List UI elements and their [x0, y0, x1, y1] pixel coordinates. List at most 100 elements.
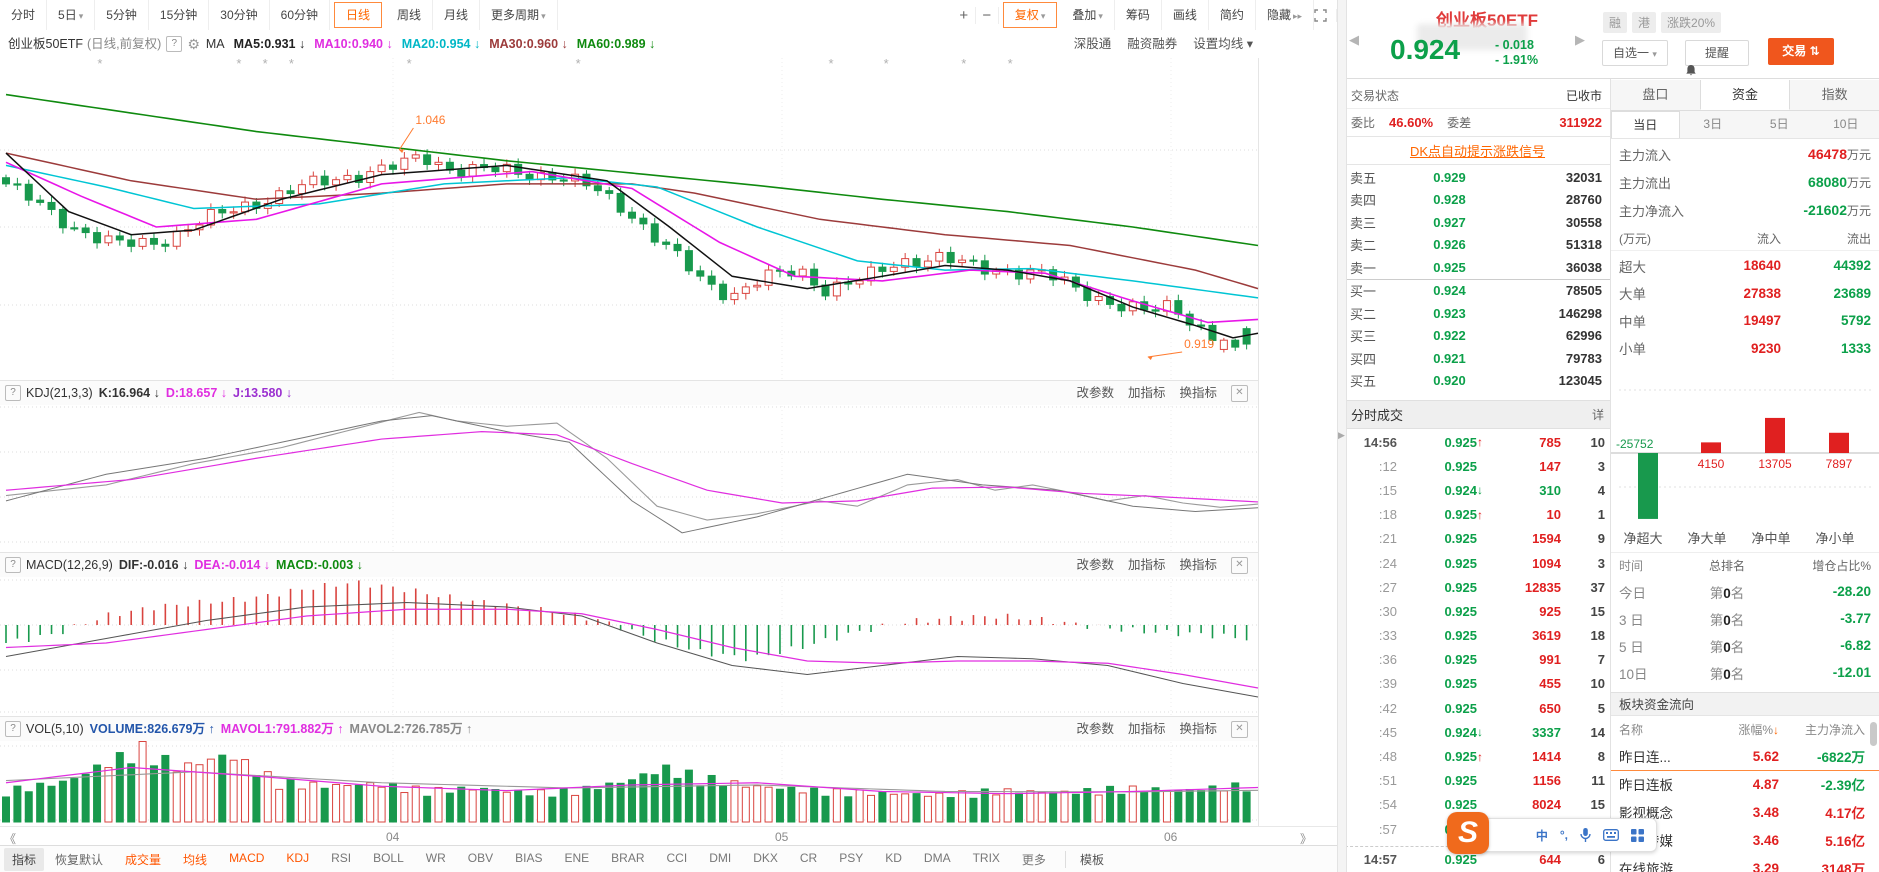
indicator-chip[interactable]: 指标	[4, 848, 45, 871]
period-tab-5日[interactable]: 5日	[1746, 111, 1813, 138]
action-加指标[interactable]: 加指标	[1128, 717, 1166, 741]
action-改参数[interactable]: 改参数	[1076, 717, 1114, 741]
next-stock-icon[interactable]: ▶	[1575, 32, 1585, 48]
panel-splitter[interactable]: ▶	[1337, 0, 1347, 872]
ask-row[interactable]: 卖二 0.926 51318	[1345, 234, 1610, 257]
indicator-tab-CR[interactable]: CR	[789, 851, 828, 868]
ime-grid-icon[interactable]	[1631, 828, 1644, 842]
bid-row[interactable]: 买二 0.923 146298	[1345, 302, 1610, 325]
tool-筹码[interactable]: 筹码	[1115, 0, 1162, 30]
sort-by-pct[interactable]: 涨幅%↓	[1705, 721, 1779, 738]
action-换指标[interactable]: 换指标	[1179, 717, 1217, 741]
mic-icon[interactable]	[1580, 827, 1591, 843]
trade-button[interactable]: 交易 ⇅	[1768, 38, 1834, 65]
fullscreen-icon[interactable]	[1314, 8, 1337, 22]
ask-row[interactable]: 卖一 0.925 36038	[1345, 256, 1610, 279]
zoom-in-button[interactable]: +	[953, 6, 976, 24]
indicator-tab-DKX[interactable]: DKX	[742, 851, 789, 868]
indicator-tab-ENE[interactable]: ENE	[553, 851, 600, 868]
period-tab-周线[interactable]: 周线	[386, 0, 434, 30]
period-tab-5分钟[interactable]: 5分钟	[95, 0, 149, 30]
period-tab-15分钟[interactable]: 15分钟	[149, 0, 210, 30]
indicator-tab-更多[interactable]: 更多	[1011, 851, 1057, 868]
dk-signal-link[interactable]: DK点自动提示涨跌信号	[1410, 141, 1545, 160]
bid-row[interactable]: 买三 0.922 62996	[1345, 325, 1610, 348]
indicator-tab-KDJ[interactable]: KDJ	[275, 851, 320, 868]
bid-row[interactable]: 买四 0.921 79783	[1345, 347, 1610, 370]
tab-资金[interactable]: 资金	[1699, 80, 1791, 110]
tab-指数[interactable]: 指数	[1790, 80, 1879, 110]
template-button[interactable]: 模板	[1064, 851, 1118, 868]
period-tab-5日[interactable]: 5日 ▾	[47, 0, 96, 30]
action-换指标[interactable]: 换指标	[1179, 553, 1217, 577]
indicator-tab-MACD[interactable]: MACD	[218, 851, 275, 868]
indicator-tab-OBV[interactable]: OBV	[457, 851, 504, 868]
zoom-out-button[interactable]: −	[976, 6, 999, 24]
sector-row[interactable]: 昨日连板 4.87 -2.39亿	[1611, 770, 1879, 798]
indicator-tab-DMA[interactable]: DMA	[913, 851, 962, 868]
action-加指标[interactable]: 加指标	[1128, 553, 1166, 577]
keyboard-icon[interactable]	[1603, 829, 1619, 841]
bid-row[interactable]: 买五 0.920 123045	[1345, 370, 1610, 393]
link-设置均线[interactable]: 设置均线 ▾	[1193, 30, 1253, 58]
tool-简约[interactable]: 简约	[1209, 0, 1256, 30]
indicator-tab-BOLL[interactable]: BOLL	[362, 851, 415, 868]
help-icon[interactable]: ?	[166, 36, 183, 52]
tool-复权[interactable]: 复权 ▾	[1002, 2, 1058, 28]
help-icon[interactable]: ?	[5, 557, 21, 573]
ask-row[interactable]: 卖四 0.928 28760	[1345, 189, 1610, 212]
sector-flow-title: 板块资金流向	[1611, 692, 1879, 716]
tab-盘口[interactable]: 盘口	[1611, 80, 1700, 110]
close-pane-icon[interactable]: ✕	[1231, 556, 1248, 574]
reset-defaults-button[interactable]: 恢复默认	[44, 851, 114, 868]
prev-stock-icon[interactable]: ◀	[1349, 32, 1359, 48]
gear-icon[interactable]: ⚙	[187, 30, 200, 58]
indicator-tab-DMI[interactable]: DMI	[698, 851, 742, 868]
period-tab-30分钟[interactable]: 30分钟	[209, 0, 270, 30]
sector-row[interactable]: 在线旅游 3.29 3148万	[1611, 854, 1879, 872]
period-tab-当日[interactable]: 当日	[1611, 111, 1680, 138]
link-深股通[interactable]: 深股通	[1074, 30, 1112, 58]
indicator-tab-成交量[interactable]: 成交量	[114, 851, 172, 868]
indicator-tab-BRAR[interactable]: BRAR	[600, 851, 655, 868]
help-icon[interactable]: ?	[5, 385, 21, 401]
watchlist-button[interactable]: 自选一 ▾	[1602, 40, 1668, 66]
help-icon[interactable]: ?	[5, 721, 21, 737]
bid-row[interactable]: 买一 0.924 78505	[1345, 280, 1610, 303]
action-换指标[interactable]: 换指标	[1179, 381, 1217, 405]
indicator-tab-KD[interactable]: KD	[874, 851, 913, 868]
close-pane-icon[interactable]: ✕	[1231, 720, 1248, 738]
period-tab-分时[interactable]: 分时	[0, 0, 48, 30]
ime-lang[interactable]: 中	[1536, 827, 1548, 844]
tool-画线[interactable]: 画线	[1162, 0, 1209, 30]
sogou-logo-icon[interactable]: S	[1447, 812, 1489, 854]
action-加指标[interactable]: 加指标	[1128, 381, 1166, 405]
indicator-tab-RSI[interactable]: RSI	[320, 851, 362, 868]
ask-row[interactable]: 卖五 0.929 32031	[1345, 166, 1610, 189]
tool-叠加[interactable]: 叠加 ▾	[1061, 0, 1115, 30]
period-tab-日线[interactable]: 日线	[334, 2, 383, 28]
indicator-tab-均线[interactable]: 均线	[172, 851, 218, 868]
alert-button[interactable]: 提醒	[1685, 40, 1749, 76]
indicator-tab-TRIX[interactable]: TRIX	[962, 851, 1011, 868]
indicator-tab-CCI[interactable]: CCI	[656, 851, 699, 868]
indicator-tab-PSY[interactable]: PSY	[828, 851, 874, 868]
ime-punct-icon[interactable]: °,	[1560, 828, 1568, 842]
sector-row[interactable]: 昨日连... 5.62 -6822万	[1611, 742, 1879, 771]
close-pane-icon[interactable]: ✕	[1231, 384, 1248, 402]
link-融资融券[interactable]: 融资融券	[1127, 30, 1177, 58]
period-tab-10日[interactable]: 10日	[1813, 111, 1879, 138]
ask-row[interactable]: 卖三 0.927 30558	[1345, 211, 1610, 234]
indicator-tab-BIAS[interactable]: BIAS	[504, 851, 553, 868]
period-tab-3日[interactable]: 3日	[1680, 111, 1747, 138]
indicator-tab-WR[interactable]: WR	[415, 851, 457, 868]
action-改参数[interactable]: 改参数	[1076, 553, 1114, 577]
period-tab-更多周期[interactable]: 更多周期 ▾	[480, 0, 558, 30]
collapse-handle-icon[interactable]: ▶	[1338, 430, 1345, 441]
tool-隐藏[interactable]: 隐藏 ▸▸	[1256, 0, 1314, 30]
scrollbar-thumb[interactable]	[1870, 722, 1877, 746]
period-tab-月线[interactable]: 月线	[433, 0, 481, 30]
tick-detail-link[interactable]: 详	[1592, 406, 1604, 423]
action-改参数[interactable]: 改参数	[1076, 381, 1114, 405]
period-tab-60分钟[interactable]: 60分钟	[270, 0, 330, 30]
